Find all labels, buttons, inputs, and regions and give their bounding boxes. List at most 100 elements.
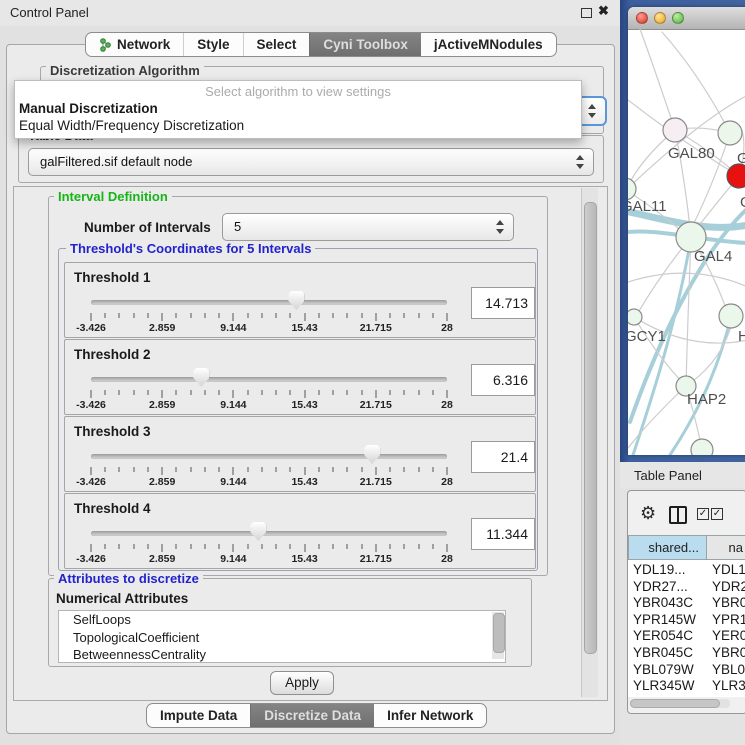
minimize-traffic-light-icon[interactable] [654, 12, 666, 24]
slider-thumb[interactable] [250, 522, 266, 541]
network-node-green[interactable] [691, 439, 713, 455]
slider-track[interactable] [91, 454, 447, 459]
network-node-green[interactable] [719, 304, 743, 328]
slider-tick [261, 313, 262, 318]
tab-style[interactable]: Style [183, 33, 242, 56]
network-edge [628, 386, 686, 448]
slider-tick [404, 544, 405, 549]
cell-shared-name: YER054C [633, 627, 693, 644]
column-header-shared-name[interactable]: shared... [628, 535, 707, 560]
control-panel-titlebar: Control Panel ✖ [0, 0, 620, 26]
slider-tick [404, 467, 405, 472]
slider-tick [105, 390, 106, 395]
tab-label: Style [197, 37, 229, 52]
close-icon[interactable]: ✖ [598, 3, 609, 19]
checked-box-icon[interactable]: ✓ [697, 508, 709, 520]
tab-select[interactable]: Select [243, 33, 310, 56]
slider-tick [176, 544, 177, 549]
threshold-box-4: Threshold 4-3.4262.8599.14415.4321.71528… [64, 493, 536, 569]
table-row[interactable]: YBR043CYBR0 [628, 594, 745, 611]
apply-button[interactable]: Apply [270, 671, 334, 695]
float-window-icon[interactable] [581, 8, 592, 18]
slider-tick [119, 313, 120, 318]
zoom-traffic-light-icon[interactable] [672, 12, 684, 24]
slider-tick [176, 313, 177, 318]
slider-tick [176, 390, 177, 395]
slider-tick [91, 544, 92, 552]
slider-tick [162, 390, 163, 398]
slider-tick [404, 313, 405, 318]
combo-arrows-icon [587, 103, 596, 119]
threshold-slider[interactable]: -3.4262.8599.14415.4321.71528 [91, 494, 447, 568]
slider-track[interactable] [91, 377, 447, 382]
slider-tick [91, 467, 92, 475]
threshold-slider[interactable]: -3.4262.8599.14415.4321.71528 [91, 417, 447, 491]
slider-tick [204, 390, 205, 395]
slider-tick [304, 467, 305, 475]
attribute-item-selfloops[interactable]: SelfLoops [59, 611, 505, 629]
slider-track[interactable] [91, 531, 447, 536]
slider-tick [133, 390, 134, 395]
table-row[interactable]: YBL079WYBL0 [628, 661, 745, 678]
number-of-intervals-spinner[interactable]: 5 [222, 213, 514, 241]
attributes-scrollbar-thumb[interactable] [493, 613, 505, 653]
slider-thumb[interactable] [364, 445, 380, 464]
table-row[interactable]: YBR045CYBR0 [628, 644, 745, 661]
close-traffic-light-icon[interactable] [636, 12, 648, 24]
slider-tick [318, 467, 319, 472]
table-row[interactable]: YIL052CYIL0 [628, 694, 745, 697]
table-row[interactable]: YDR27...YDR2 [628, 578, 745, 595]
slider-thumb[interactable] [193, 368, 209, 387]
threshold-value-field[interactable]: 6.316 [471, 364, 535, 396]
slider-tick-label: 15.43 [291, 399, 317, 411]
gear-icon[interactable]: ⚙ [640, 503, 656, 524]
slider-tick [190, 390, 191, 395]
attribute-item-topologicalcoefficient[interactable]: TopologicalCoefficient [59, 629, 505, 647]
popup-option-equal-width-frequency-discretization[interactable]: Equal Width/Frequency Discretization [19, 118, 244, 133]
table-row[interactable]: YER054C YER0 [628, 627, 745, 644]
tab-cyni-toolbox[interactable]: Cyni Toolbox [309, 33, 421, 56]
table-data-combobox[interactable]: galFiltered.sif default node [28, 148, 594, 176]
checked-box-icon[interactable]: ✓ [711, 508, 723, 520]
table-row[interactable]: YDL19...YDL1 [628, 561, 745, 578]
vertical-scrollbar-thumb[interactable] [584, 202, 597, 654]
network-node-green[interactable] [628, 309, 642, 325]
threshold-value-field[interactable]: 21.4 [471, 441, 535, 473]
tab-infer-network[interactable]: Infer Network [374, 704, 486, 727]
attribute-item-betweennesscentrality[interactable]: BetweennessCentrality [59, 646, 505, 663]
cell-name: YER0 [712, 627, 745, 644]
tab-network[interactable]: Network [86, 33, 183, 56]
slider-tick [105, 467, 106, 472]
slider-tick-label: 9.144 [220, 322, 246, 334]
slider-tick [447, 313, 448, 321]
tab-discretize-data[interactable]: Discretize Data [250, 704, 374, 727]
network-window-titlebar[interactable] [628, 7, 745, 30]
column-header-name[interactable]: na [706, 535, 745, 560]
cell-shared-name: YBL079W [633, 661, 694, 678]
threshold-slider[interactable]: -3.4262.8599.14415.4321.71528 [91, 263, 447, 337]
split-columns-icon[interactable] [669, 506, 687, 524]
threshold-value-field[interactable]: 11.344 [471, 518, 535, 550]
cell-name: YBR0 [712, 644, 745, 661]
slider-tick [347, 544, 348, 549]
slider-tick-label: 21.715 [360, 322, 392, 334]
threshold-value-field[interactable]: 14.713 [471, 287, 535, 319]
slider-track[interactable] [91, 300, 447, 305]
threshold-slider[interactable]: -3.4262.8599.14415.4321.71528 [91, 340, 447, 414]
table-hscrollbar-thumb[interactable] [630, 699, 720, 708]
network-canvas[interactable]: GAL80GAGAGAL11GAL4GCY1HAHAP2 [628, 29, 745, 455]
table-row[interactable]: YPR145WYPR1 [628, 611, 745, 628]
slider-tick [119, 467, 120, 472]
network-icon [99, 38, 111, 52]
slider-tick-label: 9.144 [220, 553, 246, 565]
tab-label: Network [117, 37, 170, 52]
tab-impute-data[interactable]: Impute Data [147, 704, 250, 727]
table-row[interactable]: YLR345WYLR3 [628, 677, 745, 694]
tab-jactivemnodules[interactable]: jActiveMNodules [421, 33, 556, 56]
network-node-pink[interactable] [663, 118, 687, 142]
slider-tick [204, 313, 205, 318]
network-node-red[interactable] [727, 164, 745, 188]
popup-option-manual-discretization[interactable]: Manual Discretization [19, 101, 158, 116]
network-node-green[interactable] [718, 121, 742, 145]
slider-thumb[interactable] [288, 291, 304, 310]
